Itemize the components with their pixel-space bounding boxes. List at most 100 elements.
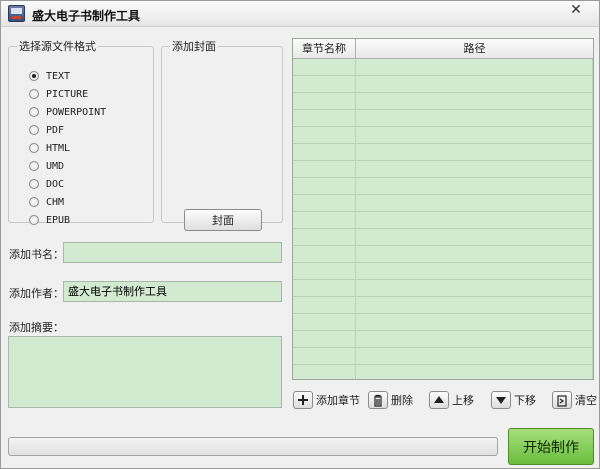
book-name-label: 添加书名： — [9, 248, 64, 261]
column-divider — [355, 246, 356, 263]
radio-button[interactable] — [29, 125, 39, 135]
table-row[interactable] — [293, 314, 593, 331]
column-divider — [355, 348, 356, 365]
column-divider — [592, 246, 593, 263]
column-header-chapter-name[interactable]: 章节名称 — [293, 39, 356, 59]
radio-button[interactable] — [29, 107, 39, 117]
format-option-pdf[interactable]: PDF — [29, 123, 64, 137]
table-row[interactable] — [293, 348, 593, 365]
table-row[interactable] — [293, 59, 593, 76]
table-row[interactable] — [293, 178, 593, 195]
move-down-label: 下移 — [514, 394, 536, 407]
cover-group: 添加封面 封面 — [161, 38, 283, 231]
table-header: 章节名称 路径 — [293, 39, 593, 59]
format-option-label: PICTURE — [46, 88, 89, 100]
table-rows — [293, 59, 593, 379]
clear-button[interactable]: 清空 — [552, 390, 597, 410]
format-option-label: POWERPOINT — [46, 106, 107, 118]
column-divider — [355, 59, 356, 76]
start-button[interactable]: 开始制作 — [508, 428, 594, 465]
column-divider — [355, 93, 356, 110]
format-option-epub[interactable]: EPUB — [29, 213, 70, 227]
column-divider — [592, 161, 593, 178]
title-bar: 盛大电子书制作工具 ✕ — [1, 1, 599, 27]
column-divider — [355, 263, 356, 280]
add-chapter-label: 添加章节 — [316, 394, 360, 407]
summary-label: 添加摘要： — [9, 321, 64, 334]
format-option-label: HTML — [46, 142, 71, 154]
column-divider — [355, 297, 356, 314]
table-row[interactable] — [293, 246, 593, 263]
radio-button[interactable] — [29, 161, 39, 171]
radio-button[interactable] — [29, 89, 39, 99]
column-divider — [592, 331, 593, 348]
table-row[interactable] — [293, 144, 593, 161]
format-option-label: PDF — [46, 124, 65, 136]
delete-button[interactable]: 删除 — [368, 390, 413, 410]
column-divider — [592, 127, 593, 144]
close-button[interactable]: ✕ — [563, 1, 589, 21]
radio-button[interactable] — [29, 143, 39, 153]
format-option-label: DOC — [46, 178, 65, 190]
table-row[interactable] — [293, 212, 593, 229]
column-divider — [355, 331, 356, 348]
table-row[interactable] — [293, 110, 593, 127]
column-divider — [355, 144, 356, 161]
book-name-input[interactable] — [63, 242, 282, 263]
chapter-table[interactable]: 章节名称 路径 — [292, 38, 594, 380]
column-divider — [355, 212, 356, 229]
move-down-button[interactable]: 下移 — [491, 390, 536, 410]
table-row[interactable] — [293, 280, 593, 297]
table-row[interactable] — [293, 263, 593, 280]
format-option-label: TEXT — [46, 70, 71, 82]
cover-button[interactable]: 封面 — [184, 209, 262, 231]
source-format-group: 选择源文件格式 TEXT PICTURE POWERPOINT PDF HTML… — [8, 38, 154, 226]
column-divider — [355, 178, 356, 195]
plus-icon — [293, 391, 313, 409]
add-chapter-button[interactable]: 添加章节 — [293, 390, 360, 410]
column-divider — [592, 59, 593, 76]
table-row[interactable] — [293, 93, 593, 110]
column-divider — [592, 76, 593, 93]
table-row[interactable] — [293, 331, 593, 348]
radio-button[interactable] — [29, 215, 39, 225]
format-option-label: CHM — [46, 196, 65, 208]
column-divider — [355, 161, 356, 178]
column-divider — [355, 365, 356, 379]
table-row[interactable] — [293, 195, 593, 212]
format-option-label: UMD — [46, 160, 65, 172]
table-row[interactable] — [293, 365, 593, 379]
format-option-html[interactable]: HTML — [29, 141, 70, 155]
move-up-label: 上移 — [452, 394, 474, 407]
radio-button[interactable] — [29, 197, 39, 207]
radio-button[interactable] — [29, 71, 39, 81]
arrow-up-icon — [429, 391, 449, 409]
column-divider — [355, 280, 356, 297]
format-option-doc[interactable]: DOC — [29, 177, 64, 191]
arrow-down-icon — [491, 391, 511, 409]
table-row[interactable] — [293, 297, 593, 314]
format-option-picture[interactable]: PICTURE — [29, 87, 88, 101]
column-header-path[interactable]: 路径 — [356, 39, 593, 59]
column-divider — [355, 76, 356, 93]
column-divider — [592, 297, 593, 314]
column-divider — [592, 93, 593, 110]
column-divider — [592, 263, 593, 280]
format-option-text[interactable]: TEXT — [29, 69, 70, 83]
radio-button[interactable] — [29, 179, 39, 189]
table-row[interactable] — [293, 161, 593, 178]
table-row[interactable] — [293, 76, 593, 93]
progress-bar — [8, 437, 498, 456]
format-option-chm[interactable]: CHM — [29, 195, 64, 209]
column-divider — [592, 314, 593, 331]
author-input[interactable]: 盛大电子书制作工具 — [63, 281, 282, 302]
summary-textarea[interactable] — [8, 336, 282, 408]
format-option-powerpoint[interactable]: POWERPOINT — [29, 105, 106, 119]
format-option-umd[interactable]: UMD — [29, 159, 64, 173]
table-row[interactable] — [293, 127, 593, 144]
column-divider — [592, 348, 593, 365]
table-row[interactable] — [293, 229, 593, 246]
format-option-label: EPUB — [46, 214, 71, 226]
column-divider — [355, 195, 356, 212]
move-up-button[interactable]: 上移 — [429, 390, 474, 410]
